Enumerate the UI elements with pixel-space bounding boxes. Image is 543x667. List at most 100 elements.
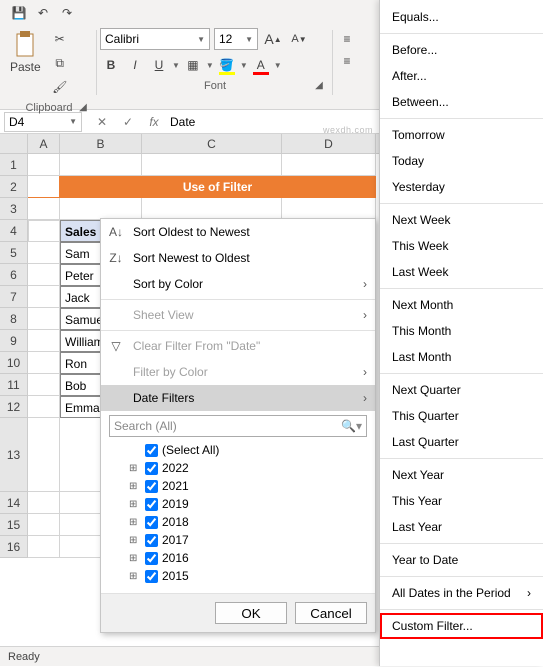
save-icon[interactable]: 💾: [8, 2, 30, 24]
col-header-B[interactable]: B: [60, 134, 142, 153]
checkbox[interactable]: [145, 534, 158, 547]
checkbox[interactable]: [145, 498, 158, 511]
last-week-item[interactable]: Last Week: [380, 259, 543, 285]
expand-icon[interactable]: ⊞: [129, 517, 141, 528]
font-name-select[interactable]: Calibri▼: [100, 28, 210, 50]
chevron-down-icon[interactable]: ▼: [240, 61, 248, 70]
align-top-button[interactable]: ≡: [336, 28, 358, 50]
expand-icon[interactable]: ⊞: [129, 499, 141, 510]
tree-item[interactable]: ⊞2021: [129, 477, 367, 495]
underline-button[interactable]: U: [148, 54, 170, 76]
last-month-item[interactable]: Last Month: [380, 344, 543, 370]
filter-search-input[interactable]: Search (All)🔍▾: [109, 415, 367, 437]
today-item[interactable]: Today: [380, 148, 543, 174]
cell[interactable]: [28, 352, 60, 374]
row-header[interactable]: 13: [0, 418, 28, 492]
expand-icon[interactable]: ⊞: [129, 481, 141, 492]
row-header[interactable]: 6: [0, 264, 28, 286]
row-header[interactable]: 12: [0, 396, 28, 418]
row-header[interactable]: 9: [0, 330, 28, 352]
formula-value[interactable]: Date: [170, 115, 195, 129]
enter-formula-icon[interactable]: ✓: [118, 115, 138, 129]
cell[interactable]: [28, 492, 60, 514]
col-header-A[interactable]: A: [28, 134, 60, 153]
next-quarter-item[interactable]: Next Quarter: [380, 377, 543, 403]
cell[interactable]: [28, 286, 60, 308]
tree-item[interactable]: ⊞2015: [129, 567, 367, 585]
tree-item[interactable]: ⊞2017: [129, 531, 367, 549]
italic-button[interactable]: I: [124, 54, 146, 76]
custom-filter-item[interactable]: Custom Filter...: [380, 613, 543, 639]
title-cell[interactable]: Use of Filter: [60, 176, 376, 198]
row-header[interactable]: 16: [0, 536, 28, 558]
expand-icon[interactable]: ⊞: [129, 535, 141, 546]
tree-select-all[interactable]: (Select All): [129, 441, 367, 459]
checkbox[interactable]: [145, 552, 158, 565]
row-header[interactable]: 14: [0, 492, 28, 514]
cell[interactable]: [142, 154, 282, 176]
row-header[interactable]: 5: [0, 242, 28, 264]
between-item[interactable]: Between...: [380, 89, 543, 115]
cell[interactable]: [60, 198, 142, 220]
sort-by-color-item[interactable]: Sort by Color›: [101, 271, 375, 297]
copy-button[interactable]: ⧉: [49, 52, 71, 74]
cell[interactable]: [28, 374, 60, 396]
after-item[interactable]: After...: [380, 63, 543, 89]
col-header-C[interactable]: C: [142, 134, 282, 153]
chevron-down-icon[interactable]: ▼: [206, 61, 214, 70]
col-header-D[interactable]: D: [282, 134, 376, 153]
align-left-button[interactable]: ≡: [336, 50, 358, 72]
clipboard-launcher-icon[interactable]: ◢: [76, 100, 90, 114]
cancel-button[interactable]: Cancel: [295, 602, 367, 624]
cell[interactable]: [28, 514, 60, 536]
ok-button[interactable]: OK: [215, 602, 287, 624]
tree-item[interactable]: ⊞2019: [129, 495, 367, 513]
cell[interactable]: [28, 308, 60, 330]
sort-newest-item[interactable]: Z↓Sort Newest to Oldest: [101, 245, 375, 271]
tree-item[interactable]: ⊞2022: [129, 459, 367, 477]
this-year-item[interactable]: This Year: [380, 488, 543, 514]
fill-color-button[interactable]: 🪣: [216, 54, 238, 76]
last-year-item[interactable]: Last Year: [380, 514, 543, 540]
cell[interactable]: [28, 264, 60, 286]
tree-item[interactable]: ⊞2018: [129, 513, 367, 531]
chevron-down-icon[interactable]: ▼: [274, 61, 282, 70]
checkbox[interactable]: [145, 516, 158, 529]
row-header[interactable]: 7: [0, 286, 28, 308]
row-header[interactable]: 10: [0, 352, 28, 374]
decrease-font-button[interactable]: A▼: [288, 28, 310, 50]
cell[interactable]: [28, 330, 60, 352]
next-year-item[interactable]: Next Year: [380, 462, 543, 488]
bold-button[interactable]: B: [100, 54, 122, 76]
cell[interactable]: [282, 154, 376, 176]
row-header[interactable]: 3: [0, 198, 28, 220]
cell[interactable]: [28, 154, 60, 176]
fx-icon[interactable]: fx: [144, 115, 164, 129]
this-month-item[interactable]: This Month: [380, 318, 543, 344]
select-all-corner[interactable]: [0, 134, 28, 153]
row-header[interactable]: 15: [0, 514, 28, 536]
cut-button[interactable]: ✂: [49, 28, 71, 50]
cell[interactable]: [28, 418, 60, 492]
cell[interactable]: [28, 396, 60, 418]
cell[interactable]: [28, 242, 60, 264]
checkbox[interactable]: [145, 444, 158, 457]
cancel-formula-icon[interactable]: ✕: [92, 115, 112, 129]
row-header[interactable]: 2: [0, 176, 28, 198]
cell[interactable]: [142, 198, 282, 220]
before-item[interactable]: Before...: [380, 37, 543, 63]
cell[interactable]: [282, 198, 376, 220]
paste-button[interactable]: Paste: [4, 28, 47, 98]
cell[interactable]: [28, 220, 60, 242]
tomorrow-item[interactable]: Tomorrow: [380, 122, 543, 148]
row-header[interactable]: 4: [0, 220, 28, 242]
tree-item[interactable]: ⊞2016: [129, 549, 367, 567]
checkbox[interactable]: [145, 570, 158, 583]
checkbox[interactable]: [145, 462, 158, 475]
this-quarter-item[interactable]: This Quarter: [380, 403, 543, 429]
cell[interactable]: [28, 176, 60, 198]
next-month-item[interactable]: Next Month: [380, 292, 543, 318]
increase-font-button[interactable]: A▲: [262, 28, 284, 50]
row-header[interactable]: 11: [0, 374, 28, 396]
row-header[interactable]: 8: [0, 308, 28, 330]
